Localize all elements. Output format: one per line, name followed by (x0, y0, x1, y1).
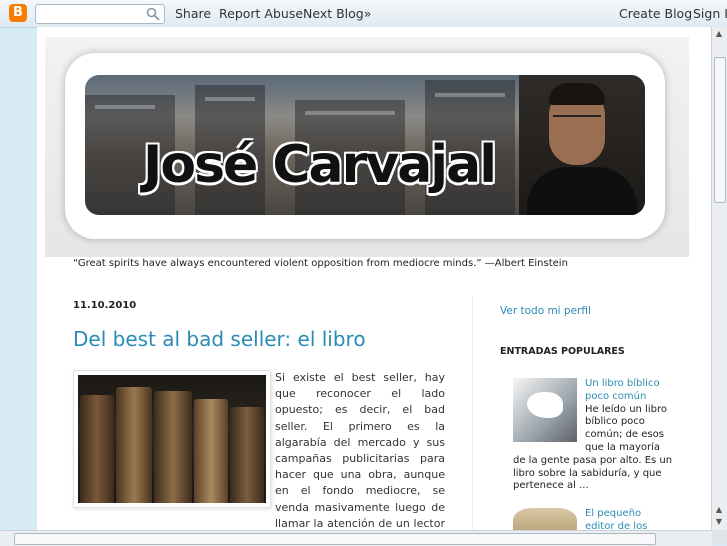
blog-header[interactable]: José Carvajal (45, 37, 689, 257)
popular-post-title-link[interactable]: El pequeño editor de los (585, 508, 647, 530)
popular-post-thumbnail[interactable] (513, 378, 577, 442)
book-spine (194, 399, 228, 503)
book-spine (230, 407, 264, 503)
book-spine (80, 395, 114, 503)
popular-post-thumbnail[interactable] (513, 508, 577, 530)
vertical-scrollbar[interactable]: ▲ ▲ ▼ (711, 27, 727, 530)
banner-title: José Carvajal (143, 135, 497, 195)
book-spine (116, 387, 152, 503)
scroll-up-arrow-icon[interactable]: ▲ (714, 505, 724, 515)
blogger-navbar: B Share Report Abuse Next Blog» Create B… (0, 0, 727, 28)
scrollbar-corner (712, 530, 727, 545)
sign-in-link[interactable]: Sign In (693, 6, 727, 21)
old-books-image (78, 375, 266, 503)
next-blog-link[interactable]: Next Blog» (303, 6, 371, 21)
vertical-scroll-thumb[interactable] (714, 57, 726, 203)
banner-window (95, 105, 155, 109)
author-photo (519, 75, 645, 215)
popular-post-item: El pequeño editor de los (513, 508, 673, 530)
popular-posts-title: ENTRADAS POPULARES (500, 346, 625, 357)
dove-icon (527, 392, 563, 418)
header-banner-image[interactable]: José Carvajal (85, 75, 645, 215)
banner-window (305, 111, 395, 115)
post-title-link[interactable]: Del best al bad seller: el libro (73, 327, 366, 351)
author-glasses (553, 115, 601, 127)
blog-description: “Great spirits have always encountered v… (73, 258, 568, 269)
blog-page: José Carvajal “Great spirits have always… (37, 27, 711, 530)
view-profile-link[interactable]: Ver todo mi perfil (500, 305, 591, 317)
sidebar-divider (472, 297, 473, 530)
banner-window (435, 93, 505, 97)
blogger-logo-icon[interactable]: B (9, 4, 27, 22)
horizontal-scrollbar[interactable] (0, 530, 712, 546)
author-hair (549, 83, 605, 105)
scroll-up-arrow-icon[interactable]: ▲ (714, 29, 724, 39)
search-icon[interactable] (145, 6, 161, 22)
post-image[interactable] (73, 370, 271, 508)
popular-post-item: Un libro bíblico poco común He leído un … (513, 378, 673, 493)
horizontal-scroll-thumb[interactable] (14, 533, 656, 545)
create-blog-link[interactable]: Create Blog (619, 6, 692, 21)
search-input[interactable] (35, 4, 165, 24)
banner-window (205, 97, 255, 101)
report-abuse-link[interactable]: Report Abuse (219, 6, 303, 21)
post-date: 11.10.2010 (73, 300, 137, 311)
share-link[interactable]: Share (175, 6, 211, 21)
author-shirt (527, 167, 637, 215)
book-spine (154, 391, 192, 503)
scroll-down-arrow-icon[interactable]: ▼ (714, 517, 724, 527)
